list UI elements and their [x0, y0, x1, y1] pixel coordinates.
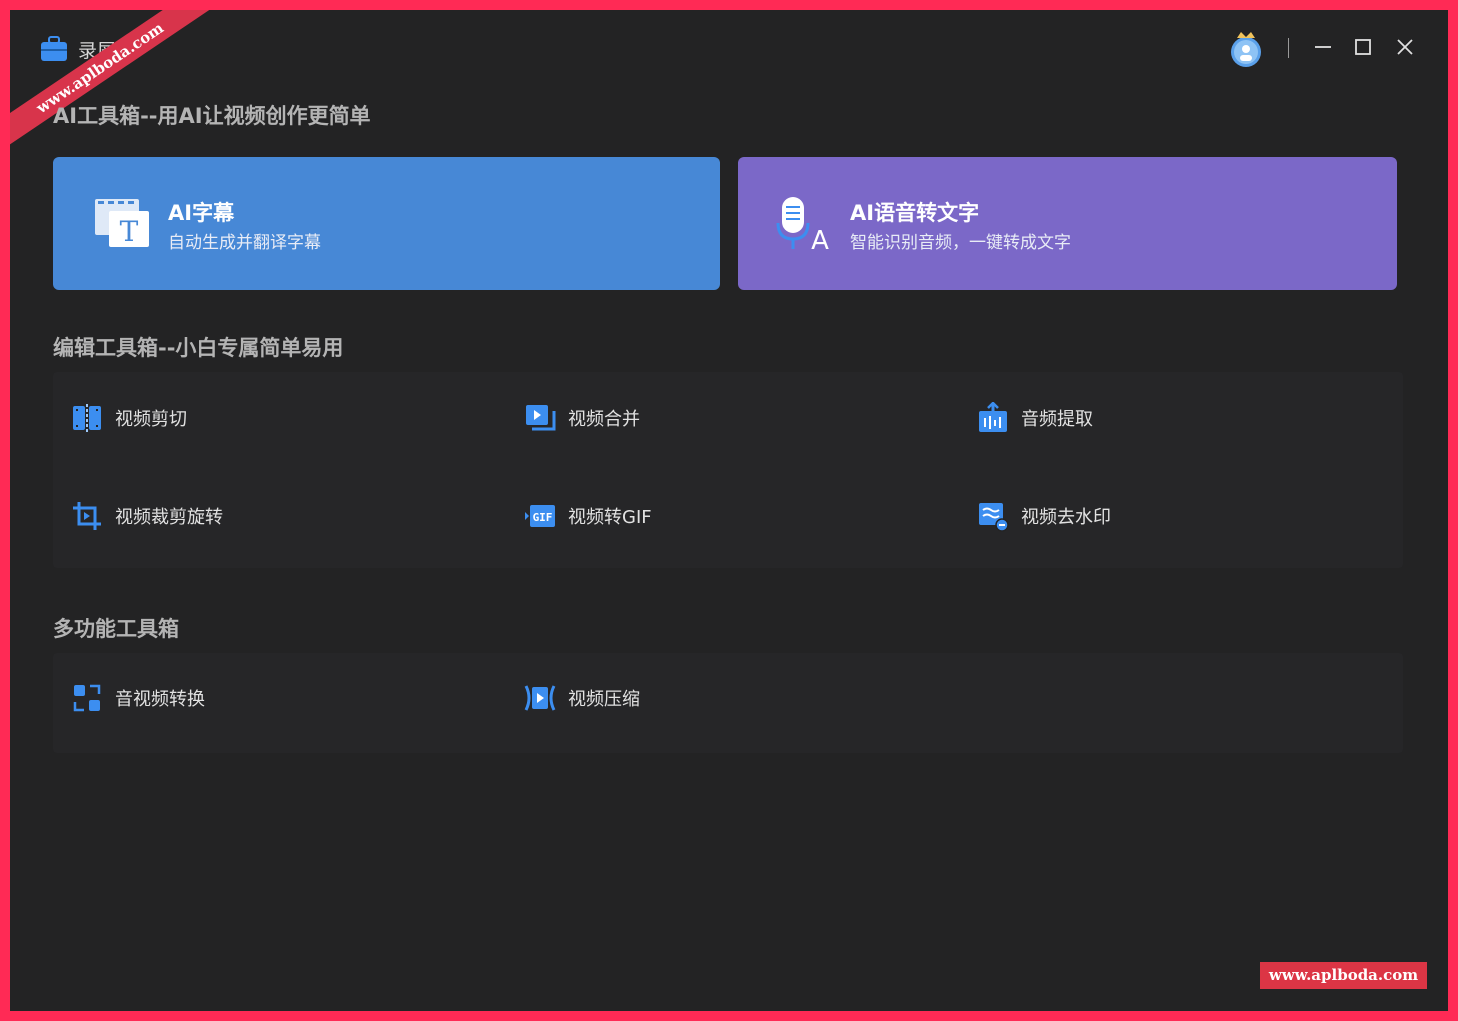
- tool-audio-extract[interactable]: 音频提取: [977, 398, 1093, 438]
- crop-rotate-icon: [73, 502, 101, 530]
- ai-subtitle-title: AI字幕: [168, 201, 235, 225]
- video-cut-icon: [73, 404, 101, 432]
- svg-text:T: T: [120, 215, 139, 248]
- tool-video-merge[interactable]: 视频合并: [524, 398, 640, 438]
- ai-speech-title: AI语音转文字: [850, 201, 980, 225]
- tool-video-compress[interactable]: 视频压缩: [524, 678, 640, 718]
- compress-icon: [524, 685, 556, 711]
- tool-label: 视频合并: [568, 409, 640, 430]
- gif-icon: GIF: [525, 505, 555, 527]
- edit-tools-panel: 视频剪切 视频合并 音频提取 视频裁剪旋转 GIF 视频转GIF 视频去水印: [53, 372, 1403, 568]
- svg-text:A: A: [811, 226, 829, 253]
- subtitle-t-icon: T: [95, 199, 149, 248]
- ai-section-title: AI工具箱--用AI让视频创作更简单: [53, 104, 371, 128]
- titlebar-separator: [1288, 38, 1289, 58]
- tool-av-convert[interactable]: 音视频转换: [71, 678, 205, 718]
- ai-speech-to-text-card[interactable]: A AI语音转文字 智能识别音频，一键转成文字: [738, 157, 1397, 290]
- app-window: 录屏 www.aplboda.com AI工具箱--用AI让视频创作更简单 T …: [10, 10, 1448, 1011]
- remove-watermark-icon: [979, 503, 1009, 532]
- bottom-watermark: www.aplboda.com: [1260, 962, 1427, 989]
- tool-label: 视频转GIF: [568, 507, 652, 528]
- svg-text:GIF: GIF: [533, 511, 553, 524]
- audio-extract-icon: [979, 402, 1007, 432]
- user-avatar-icon[interactable]: [1228, 28, 1264, 68]
- corner-watermark: www.aplboda.com: [10, 10, 216, 152]
- tool-label: 音频提取: [1021, 409, 1093, 430]
- microphone-text-icon: A: [776, 197, 829, 253]
- tool-label: 视频剪切: [115, 409, 187, 430]
- tool-remove-watermark[interactable]: 视频去水印: [977, 496, 1111, 536]
- toolbox-app-icon: [41, 36, 67, 61]
- multi-section-title: 多功能工具箱: [53, 617, 179, 641]
- edit-section-title: 编辑工具箱--小白专属简单易用: [53, 336, 344, 360]
- multi-tools-panel: 音视频转换 视频压缩: [53, 653, 1403, 753]
- tool-crop-rotate[interactable]: 视频裁剪旋转: [71, 496, 223, 536]
- ai-subtitle-card[interactable]: T AI字幕 自动生成并翻译字幕: [53, 157, 720, 290]
- tool-label: 视频去水印: [1021, 507, 1111, 528]
- minimize-icon[interactable]: [1312, 36, 1334, 58]
- tool-label: 视频裁剪旋转: [115, 507, 223, 528]
- close-icon[interactable]: [1394, 36, 1416, 58]
- video-merge-icon: [526, 405, 556, 431]
- ai-speech-desc: 智能识别音频，一键转成文字: [850, 233, 1071, 253]
- ai-subtitle-desc: 自动生成并翻译字幕: [168, 233, 321, 253]
- tool-video-to-gif[interactable]: GIF 视频转GIF: [524, 496, 652, 536]
- tool-label: 视频压缩: [568, 689, 640, 710]
- maximize-icon[interactable]: [1352, 36, 1374, 58]
- convert-icon: [73, 684, 101, 712]
- tool-label: 音视频转换: [115, 689, 205, 710]
- tool-video-cut[interactable]: 视频剪切: [71, 398, 187, 438]
